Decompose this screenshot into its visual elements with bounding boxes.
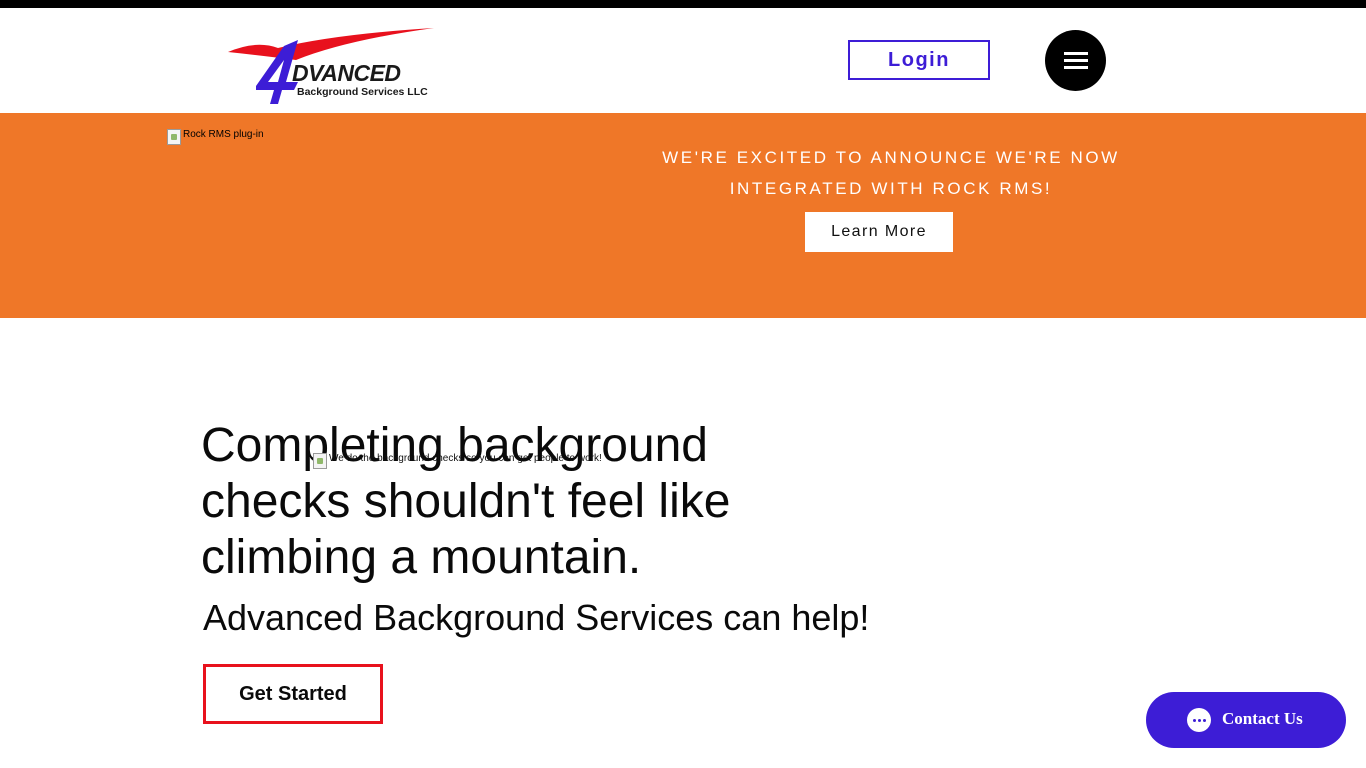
contact-us-chat-button[interactable]: Contact Us bbox=[1146, 692, 1346, 748]
logo-subtitle: Background Services LLC bbox=[297, 86, 428, 98]
broken-image-icon bbox=[313, 453, 327, 469]
hero-image: We do the background checks so you can g… bbox=[313, 453, 602, 469]
top-strip bbox=[0, 0, 1366, 8]
image-alt-text: Rock RMS plug-in bbox=[183, 129, 264, 140]
learn-more-button[interactable]: Learn More bbox=[805, 212, 953, 252]
hero-heading-line: climbing a mountain. bbox=[201, 531, 642, 584]
hero-heading: Completing background checks shouldn't f… bbox=[201, 418, 841, 586]
image-alt-text: We do the background checks so you can g… bbox=[329, 453, 602, 464]
company-logo[interactable]: DVANCED Background Services LLC bbox=[226, 26, 441, 108]
announcement-banner: Rock RMS plug-in WE'RE EXCITED TO ANNOUN… bbox=[0, 113, 1366, 318]
hero-subheading: Advanced Background Services can help! bbox=[203, 597, 870, 638]
menu-button[interactable] bbox=[1045, 30, 1106, 91]
broken-image-icon bbox=[167, 129, 181, 145]
announcement-line: INTEGRATED WITH ROCK RMS! bbox=[729, 179, 1053, 198]
login-button[interactable]: Login bbox=[848, 40, 990, 80]
announcement-text: WE'RE EXCITED TO ANNOUNCE WE'RE NOW INTE… bbox=[600, 142, 1182, 204]
announcement-line: WE'RE EXCITED TO ANNOUNCE WE'RE NOW bbox=[662, 148, 1120, 167]
hamburger-icon-bar bbox=[1064, 66, 1088, 69]
logo-wordmark: DVANCED bbox=[292, 60, 401, 86]
hero-heading-line: checks shouldn't feel like bbox=[201, 475, 731, 528]
get-started-button[interactable]: Get Started bbox=[203, 664, 383, 724]
hamburger-icon-bar bbox=[1064, 59, 1088, 62]
site-header: DVANCED Background Services LLC Login bbox=[0, 8, 1366, 113]
chat-bubble-icon bbox=[1187, 708, 1211, 732]
contact-us-label: Contact Us bbox=[1222, 709, 1303, 728]
rock-rms-image: Rock RMS plug-in bbox=[167, 129, 264, 145]
hamburger-icon bbox=[1064, 52, 1088, 55]
